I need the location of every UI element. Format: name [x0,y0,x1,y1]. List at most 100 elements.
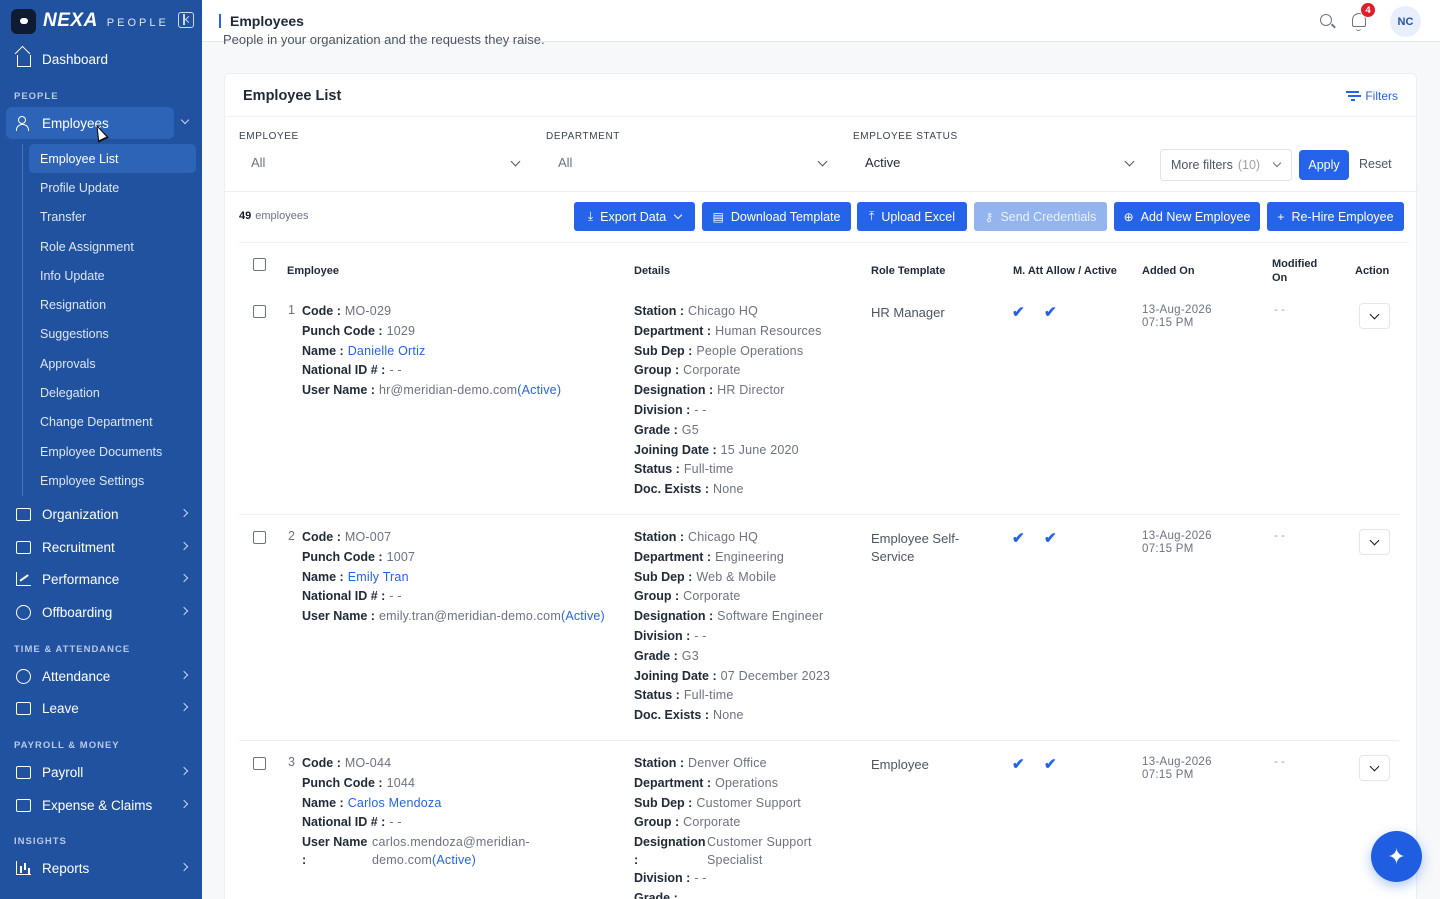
sidebar-item-organization[interactable]: Organization [6,498,194,530]
employee-code: MO-044 [344,756,392,770]
field-label: Name : [302,569,344,584]
export-data-button[interactable]: ⤓ Export Data [574,202,695,231]
submenu-item-change-department[interactable]: Change Department [23,408,196,437]
submenu-item-employee-documents[interactable]: Employee Documents [23,437,196,466]
submenu-item-transfer[interactable]: Transfer [23,203,196,232]
user-name-line2: demo.com [372,853,432,868]
sidebar-item-attendance[interactable]: Attendance [6,660,194,692]
modified-on: - - [1274,304,1285,316]
chevron-right-icon [179,766,189,776]
role-template: Employee Self- Service [871,530,981,566]
sidebar-item-label: Attendance [42,668,111,684]
page-description: People in your organization and the requ… [223,32,545,47]
sidebar-item-performance[interactable]: Performance [6,563,194,595]
user-name: emily.tran@meridian-demo.com [378,609,561,624]
submenu-item-employee-settings[interactable]: Employee Settings [23,466,196,495]
row-checkbox[interactable] [253,757,266,770]
select-all-checkbox[interactable] [253,258,266,271]
action-toolbar: 49 employees ⤓ Export Data ▤ Download Tem… [225,192,1418,242]
search-icon[interactable] [1320,14,1332,26]
row-checkbox[interactable] [253,305,266,318]
role-template: HR Manager [871,304,981,322]
row-number: 3 [288,755,295,769]
added-time: 07:15 PM [1142,769,1194,781]
reset-button[interactable]: Reset [1359,157,1392,171]
sidebar-item-label: Offboarding [42,604,113,620]
status-value: Full-time [683,462,734,477]
ai-assistant-button[interactable]: ✦ [1371,831,1422,882]
field-label-colon: : [302,853,307,868]
field-label: Name : [302,343,344,358]
field-label: User Name : [302,609,375,624]
filters-toggle[interactable]: Filters [1346,89,1398,103]
added-on: 13-Aug-2026 07:15 PM [1142,304,1212,330]
apply-button[interactable]: Apply [1299,150,1349,180]
field-label: Sub Dep : [634,569,693,584]
modified-on: - - [1274,530,1285,542]
section-label-people: PEOPLE [14,91,59,102]
filter-bar: EMPLOYEE All DEPARTMENT All EMPLOYEE STA… [225,116,1418,192]
download-template-button[interactable]: ▤ Download Template [702,202,851,231]
card-title: Employee List [243,88,342,104]
filter-icon [1346,91,1360,101]
submenu-item-resignation[interactable]: Resignation [23,290,196,319]
sidebar-item-label: Performance [42,571,120,587]
employee-name-link[interactable]: Emily Tran [348,570,409,584]
row-number: 1 [288,303,295,317]
sidebar-item-dashboard[interactable]: Dashboard [6,43,194,75]
filters-label: Filters [1365,89,1398,103]
field-label: User Name : [302,383,375,398]
field-label: Department : [634,323,712,338]
added-date: 13-Aug-2026 [1142,756,1212,768]
designation-value: Software Engineer [717,609,824,624]
submenu-item-profile-update[interactable]: Profile Update [23,173,196,202]
send-credentials-button[interactable]: ⚷ Send Credentials [974,202,1107,231]
submenu-item-employee-list[interactable]: Employee List [29,144,196,174]
sidebar-item-expense[interactable]: Expense & Claims [6,789,194,821]
user-plus-icon: ⊕ [1123,209,1134,224]
avatar[interactable]: NC [1390,6,1421,37]
employee-code: MO-007 [344,530,392,544]
submenu-item-info-update[interactable]: Info Update [23,261,196,290]
more-filters-button[interactable]: More filters (10) [1160,149,1292,181]
employee-name-link[interactable]: Carlos Mendoza [348,796,442,810]
add-new-employee-button[interactable]: ⊕ Add New Employee [1114,202,1260,231]
submenu-item-role-assignment[interactable]: Role Assignment [23,232,196,261]
sidebar-item-offboarding[interactable]: Offboarding [6,596,194,628]
sidebar-item-leave[interactable]: Leave [6,692,194,724]
employee-details: Station : Denver Office Department : Opera… [634,754,811,899]
sidebar-item-recruitment[interactable]: Recruitment [6,531,194,563]
field-label: Division : [634,628,691,643]
upload-excel-button[interactable]: ⤒ Upload Excel [857,202,967,231]
sidebar-item-reports[interactable]: Reports [6,852,194,884]
row-action-dropdown[interactable] [1359,529,1390,555]
doc-exists-value: None [713,482,744,497]
rehire-employee-button[interactable]: + Re-Hire Employee [1267,202,1404,231]
sidebar-item-employees[interactable]: Employees [6,107,190,139]
sidebar-item-label: Recruitment [42,539,115,555]
employee-filter-select[interactable]: All [251,155,523,177]
employee-name-link[interactable]: Danielle Ortiz [348,344,426,358]
submenu-item-approvals[interactable]: Approvals [23,349,196,378]
row-action-dropdown[interactable] [1359,303,1390,329]
field-label: Station : [634,304,684,318]
collapse-sidebar-icon[interactable] [178,12,194,28]
field-label-colon: : [634,853,639,868]
submenu-item-suggestions[interactable]: Suggestions [23,320,196,349]
department-filter-select[interactable]: All [558,155,830,177]
section-label-insights: INSIGHTS [14,836,67,847]
field-label: Punch Code : [302,549,383,564]
sidebar-item-payroll[interactable]: Payroll [6,756,194,788]
employee-filter-value: All [251,155,266,170]
row-checkbox[interactable] [253,531,266,544]
table-row: 1 Code : MO-029 Punch Code :1029 Name : Da… [239,294,1399,515]
sidebar-item-label: Leave [42,700,79,716]
submenu-item-delegation[interactable]: Delegation [23,378,196,407]
status-filter-select[interactable]: Active [865,155,1137,177]
notification-badge: 4 [1360,2,1376,18]
group-value: Corporate [683,589,741,604]
chevron-down-icon [180,115,190,125]
employee-list-card: Employee List Filters EMPLOYEE All DEPAR… [224,73,1418,899]
chevron-right-icon [179,508,189,518]
row-action-dropdown[interactable] [1359,755,1390,781]
